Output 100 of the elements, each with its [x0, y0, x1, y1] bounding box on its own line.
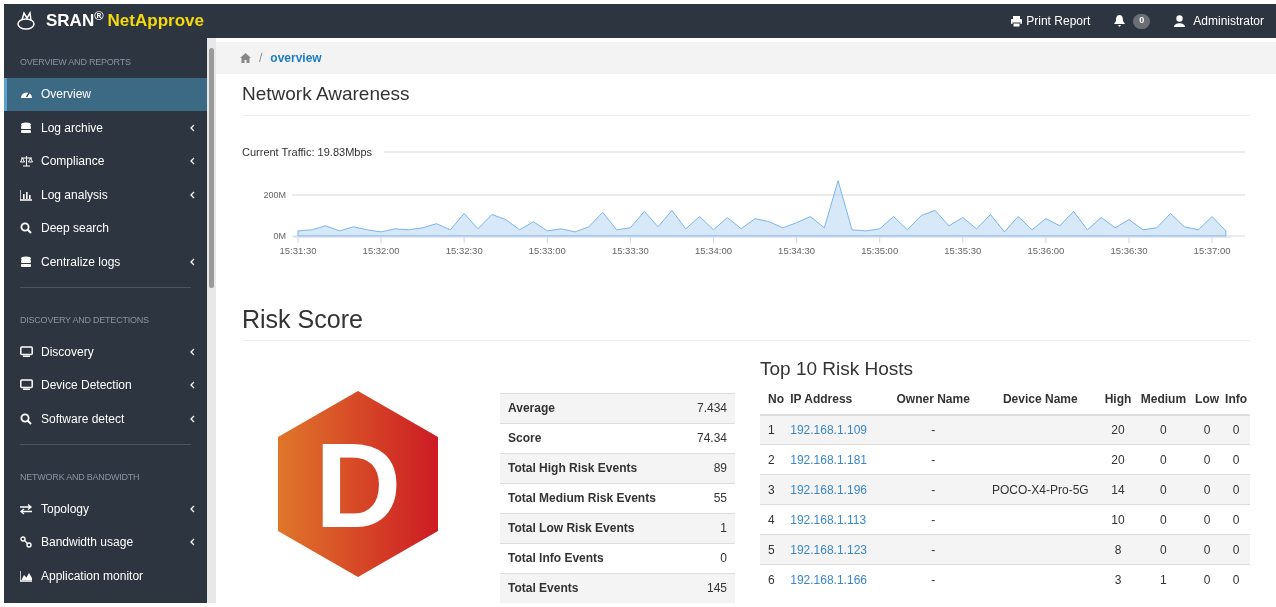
- summary-label: Average: [508, 400, 555, 417]
- table-cell: 6: [768, 572, 775, 587]
- user-menu[interactable]: Administrator: [1174, 12, 1264, 30]
- table-cell: 0: [1232, 512, 1240, 527]
- sidebar-item[interactable]: Compliance: [4, 144, 207, 178]
- ip-link[interactable]: 192.168.1.196: [790, 482, 867, 497]
- ip-link[interactable]: 192.168.1.123: [790, 542, 867, 557]
- summary-label: Total Low Risk Events: [508, 520, 635, 537]
- section-title: Network Awareness: [242, 74, 1250, 116]
- breadcrumb-separator: /: [259, 50, 263, 67]
- axis-label: 200M: [263, 189, 286, 200]
- table-cell: -: [931, 482, 936, 497]
- axis-label: 15:34:00: [695, 244, 732, 256]
- notification-count: 0: [1133, 13, 1151, 29]
- section-header: NETWORK AND BANDWIDTH: [19, 470, 141, 484]
- summary-label: Total Info Events: [508, 550, 604, 567]
- axis-label: 15:36:00: [1027, 244, 1065, 256]
- chevron-left-icon: [190, 157, 195, 166]
- table-cell: 0: [1232, 482, 1240, 497]
- table-cell: POCO-X4-Pro-5G: [991, 482, 1089, 497]
- axis-label: 15:33:00: [528, 244, 566, 256]
- table-cell: 3: [768, 482, 775, 497]
- column-header: Info: [1222, 384, 1250, 415]
- brand-name: SRAN$^{®}$: [46, 8, 104, 33]
- axis-label: 15:35:30: [944, 244, 982, 256]
- section-title: Risk Score: [242, 303, 1250, 341]
- chevron-left-icon: [190, 190, 195, 199]
- table-cell: 3: [1114, 572, 1122, 587]
- link-icon: [20, 536, 33, 549]
- monitor-icon: [20, 345, 33, 358]
- axis-label: 15:34:30: [778, 244, 816, 256]
- ip-link[interactable]: 192.168.1.166: [790, 572, 867, 587]
- table-cell: -: [931, 572, 936, 587]
- table-cell: 1: [1160, 572, 1167, 587]
- summary-value: 55: [713, 490, 727, 507]
- search-icon: [20, 412, 33, 425]
- sidebar-item[interactable]: Overview: [4, 77, 207, 111]
- summary-value: 89: [713, 460, 727, 477]
- printer-icon: [1011, 15, 1023, 27]
- table-cell: 2: [768, 452, 775, 467]
- cat-logo-icon: [16, 10, 38, 32]
- scales-icon: [20, 155, 33, 168]
- sidebar-item[interactable]: Application monitor: [4, 559, 207, 593]
- axis-label: 15:35:00: [861, 244, 899, 256]
- summary-value: 74.34: [696, 430, 727, 447]
- table-cell: 10: [1111, 512, 1125, 527]
- table-cell: -: [931, 422, 936, 437]
- table-cell: 0: [1160, 422, 1167, 437]
- product-name: NetApprove: [107, 10, 204, 33]
- sidebar-item[interactable]: Log archive: [4, 111, 207, 145]
- home-icon: [240, 53, 251, 63]
- table-cell: 1: [768, 422, 775, 437]
- table-cell: -: [931, 452, 936, 467]
- table-cell: 8: [1114, 542, 1122, 557]
- table-title: Top 10 Risk Hosts: [760, 356, 915, 381]
- ip-link[interactable]: 192.168.1.113: [790, 512, 867, 527]
- database-icon: [20, 255, 33, 268]
- table-cell: -: [931, 512, 936, 527]
- breadcrumb-link[interactable]: overview: [270, 49, 322, 67]
- chart-title: Current Traffic: 19.83Mbps: [242, 145, 373, 158]
- area-chart-icon: [20, 569, 33, 582]
- table-cell: 0: [1232, 572, 1240, 587]
- ip-link[interactable]: 192.168.1.109: [790, 422, 867, 437]
- user-icon: [1174, 15, 1186, 27]
- table-cell: -: [931, 542, 936, 557]
- sidebar-item[interactable]: Log analysis: [4, 178, 207, 212]
- sidebar-item[interactable]: Device Detection: [4, 368, 207, 402]
- scrollbar[interactable]: [207, 38, 216, 603]
- table-cell: 0: [1203, 482, 1211, 497]
- chevron-left-icon: [190, 347, 195, 356]
- summary-label: Total Events: [508, 580, 579, 597]
- table-cell: 20: [1111, 422, 1125, 437]
- summary-value: 0: [720, 550, 727, 567]
- table-cell: 0: [1160, 512, 1167, 527]
- sidebar-item[interactable]: Topology: [4, 492, 207, 526]
- sidebar-item[interactable]: Deep search: [4, 211, 207, 245]
- chevron-left-icon: [190, 257, 195, 266]
- table-cell: 0: [1203, 512, 1211, 527]
- table-cell: 0: [1232, 452, 1240, 467]
- column-header: IP Address: [790, 384, 887, 415]
- chevron-left-icon: [190, 123, 195, 132]
- column-header: Medium: [1134, 384, 1192, 415]
- column-header: Low: [1192, 384, 1223, 415]
- table-cell: 0: [1203, 542, 1211, 557]
- print-report-link[interactable]: Print Report: [1011, 12, 1091, 30]
- bar-chart-icon: [20, 188, 33, 201]
- search-icon: [20, 222, 33, 235]
- table-cell: 0: [1232, 422, 1240, 437]
- table-cell: 0: [1160, 452, 1167, 467]
- arrows-icon: [20, 502, 33, 515]
- bell-icon: [1114, 15, 1126, 27]
- sidebar-item[interactable]: Bandwidth usage: [4, 525, 207, 559]
- sidebar-item[interactable]: Discovery: [4, 335, 207, 369]
- summary-value: 1: [720, 520, 727, 537]
- scrollbar-thumb[interactable]: [209, 48, 214, 288]
- chevron-left-icon: [190, 381, 195, 390]
- sidebar-item[interactable]: Centralize logs: [4, 245, 207, 279]
- ip-link[interactable]: 192.168.1.181: [790, 452, 867, 467]
- table-cell: 0: [1232, 542, 1240, 557]
- sidebar-item[interactable]: Software detect: [4, 402, 207, 436]
